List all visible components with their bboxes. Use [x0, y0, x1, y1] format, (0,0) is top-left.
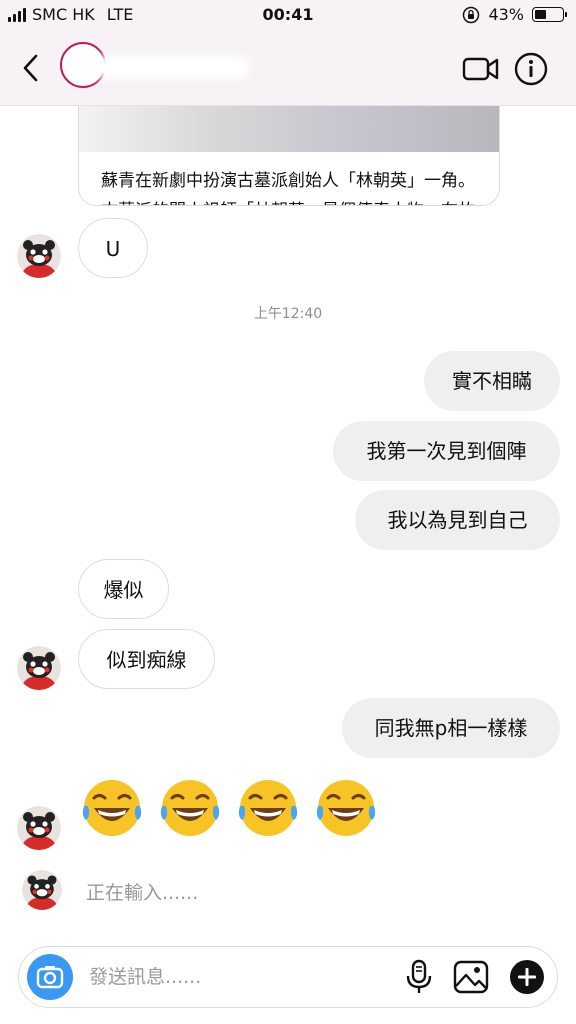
- shared-post-image: [79, 106, 499, 152]
- info-icon[interactable]: [514, 52, 548, 86]
- chevron-left-icon[interactable]: [18, 52, 46, 84]
- message-composer: [18, 946, 558, 1008]
- message-bubble-incoming[interactable]: 似到痴線: [78, 629, 215, 689]
- message-timestamp: 上午12:40: [253, 306, 323, 322]
- status-right: 43%: [462, 5, 567, 24]
- camera-button[interactable]: [27, 954, 73, 1000]
- caption-line-2: 古墓派的開山祖師「林朝英」是個傳奇人物，在故: [101, 196, 491, 205]
- face-with-tears-of-joy-icon: [237, 778, 299, 838]
- plus-icon[interactable]: [509, 959, 545, 995]
- caption-line-1: 蘇青在新劇中扮演古墓派創始人「林朝英」一角。: [101, 171, 475, 191]
- battery-percent: 43%: [488, 5, 524, 24]
- emoji-message[interactable]: [80, 776, 378, 840]
- shared-post-card[interactable]: 蘇青在新劇中扮演古墓派創始人「林朝英」一角。 古墓派的開山祖師「林朝英」是個傳奇…: [78, 106, 500, 206]
- sender-avatar[interactable]: [17, 806, 61, 850]
- message-bubble-outgoing[interactable]: 同我無p相一樣樣: [342, 698, 560, 758]
- chat-header: [0, 30, 576, 106]
- message-bubble-outgoing[interactable]: 我第一次見到個陣: [333, 421, 560, 481]
- message-bubble-outgoing[interactable]: 實不相瞞: [424, 351, 560, 411]
- video-camera-icon[interactable]: [462, 54, 500, 84]
- face-with-tears-of-joy-icon: [315, 778, 377, 838]
- message-input[interactable]: [89, 947, 389, 1007]
- typing-avatar: [22, 870, 62, 910]
- orientation-lock-icon: [463, 6, 480, 23]
- message-bubble-incoming[interactable]: 爆似: [78, 559, 169, 619]
- status-bar: SMC HK LTE 00:41 43%: [0, 0, 576, 30]
- shared-post-caption: 蘇青在新劇中扮演古墓派創始人「林朝英」一角。 古墓派的開山祖師「林朝英」是個傳奇…: [101, 166, 491, 205]
- gallery-icon[interactable]: [453, 959, 489, 995]
- camera-icon: [36, 966, 64, 989]
- microphone-icon[interactable]: [403, 959, 435, 995]
- battery-level-fill: [535, 10, 546, 19]
- battery-icon: [532, 7, 567, 22]
- typing-indicator: 正在輸入......: [86, 882, 199, 904]
- message-bubble-incoming[interactable]: U: [78, 218, 148, 278]
- face-with-tears-of-joy-icon: [159, 778, 221, 838]
- sender-avatar[interactable]: [17, 646, 61, 690]
- sender-avatar[interactable]: [17, 234, 61, 278]
- face-with-tears-of-joy-icon: [81, 778, 143, 838]
- message-bubble-outgoing[interactable]: 我以為見到自己: [355, 490, 560, 550]
- contact-name-redacted[interactable]: [80, 56, 250, 78]
